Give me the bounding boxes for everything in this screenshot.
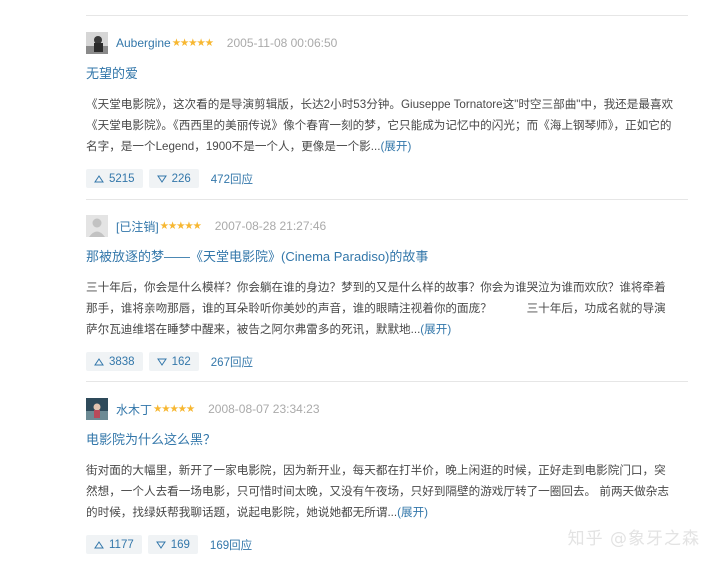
useless-count: 162 — [171, 355, 191, 368]
avatar[interactable] — [86, 32, 108, 54]
useful-button[interactable]: 3838 — [86, 352, 143, 371]
review-item: Aubergine ★★★★★ 2005-11-08 00:06:50 无望的爱… — [86, 32, 696, 188]
thumb-up-triangle-icon — [94, 357, 104, 365]
thumb-up-triangle-icon — [94, 540, 104, 548]
reply-count-link[interactable]: 472回应 — [211, 171, 253, 187]
review-header: Aubergine ★★★★★ 2005-11-08 00:06:50 — [86, 32, 696, 54]
thumb-down-triangle-icon — [156, 358, 167, 366]
useless-button[interactable]: 169 — [147, 535, 198, 554]
useful-count: 3838 — [109, 355, 135, 368]
review-excerpt-text: 街对面的大幅里，新开了一家电影院，因为新开业，每天都在打半价，晚上闲逛的时候，正… — [86, 464, 669, 519]
author-name[interactable]: Aubergine — [116, 36, 171, 50]
divider-top — [86, 15, 688, 16]
useless-button[interactable]: 226 — [148, 169, 199, 188]
review-excerpt-text: 三十年后，你会是什么模样？你会躺在谁的身边？梦到的又是什么样的故事？你会为谁哭泣… — [86, 281, 666, 336]
useful-count: 5215 — [109, 172, 135, 185]
avatar[interactable] — [86, 398, 108, 420]
divider — [86, 199, 688, 200]
author-name[interactable]: [已注销] — [116, 218, 159, 235]
rating-stars: ★★★★★ — [171, 37, 214, 49]
useless-count: 169 — [170, 538, 190, 551]
review-title[interactable]: 电影院为什么这么黑？ — [86, 429, 696, 448]
review-date: 2007-08-28 21:27:46 — [214, 219, 327, 233]
review-actions: 5215 226 472回应 — [86, 169, 696, 188]
review-excerpt: 三十年后，你会是什么模样？你会躺在谁的身边？梦到的又是什么样的故事？你会为谁哭泣… — [86, 277, 676, 340]
review-excerpt: 街对面的大幅里，新开了一家电影院，因为新开业，每天都在打半价，晚上闲逛的时候，正… — [86, 460, 676, 523]
review-item: [已注销] ★★★★★ 2007-08-28 21:27:46 那被放逐的梦——… — [86, 215, 696, 371]
reply-count-link[interactable]: 267回应 — [211, 354, 253, 370]
review-title[interactable]: 无望的爱 — [86, 63, 696, 82]
thumb-up-triangle-icon — [94, 174, 104, 182]
useful-button[interactable]: 1177 — [86, 535, 142, 554]
review-title[interactable]: 那被放逐的梦——《天堂电影院》(Cinema Paradiso)的故事 — [86, 246, 696, 265]
useful-button[interactable]: 5215 — [86, 169, 143, 188]
useless-button[interactable]: 162 — [148, 352, 199, 371]
useful-count: 1177 — [109, 538, 134, 551]
useless-count: 226 — [171, 172, 191, 185]
expand-link[interactable]: (展开) — [380, 140, 411, 153]
author-name[interactable]: 水木丁 — [116, 401, 152, 418]
review-excerpt: 《天堂电影院》，这次看的是导演剪辑版，长达2小时53分钟。Giuseppe To… — [86, 94, 676, 157]
review-header: [已注销] ★★★★★ 2007-08-28 21:27:46 — [86, 215, 696, 237]
expand-link[interactable]: (展开) — [420, 323, 451, 336]
review-date: 2005-11-08 00:06:50 — [226, 36, 338, 50]
thumb-down-triangle-icon — [155, 541, 166, 549]
expand-link[interactable]: (展开) — [397, 506, 428, 519]
divider — [86, 381, 688, 382]
reply-count-link[interactable]: 169回应 — [210, 537, 252, 553]
review-date: 2008-08-07 23:34:23 — [208, 402, 320, 416]
thumb-down-triangle-icon — [156, 175, 167, 183]
review-header: 水木丁 ★★★★★ 2008-08-07 23:34:23 — [86, 398, 696, 420]
review-actions: 3838 162 267回应 — [86, 352, 696, 371]
rating-stars: ★★★★★ — [159, 220, 202, 232]
zhihu-watermark: 知乎 @象牙之森 — [567, 529, 700, 549]
rating-stars: ★★★★★ — [153, 403, 195, 415]
avatar[interactable] — [86, 215, 108, 237]
